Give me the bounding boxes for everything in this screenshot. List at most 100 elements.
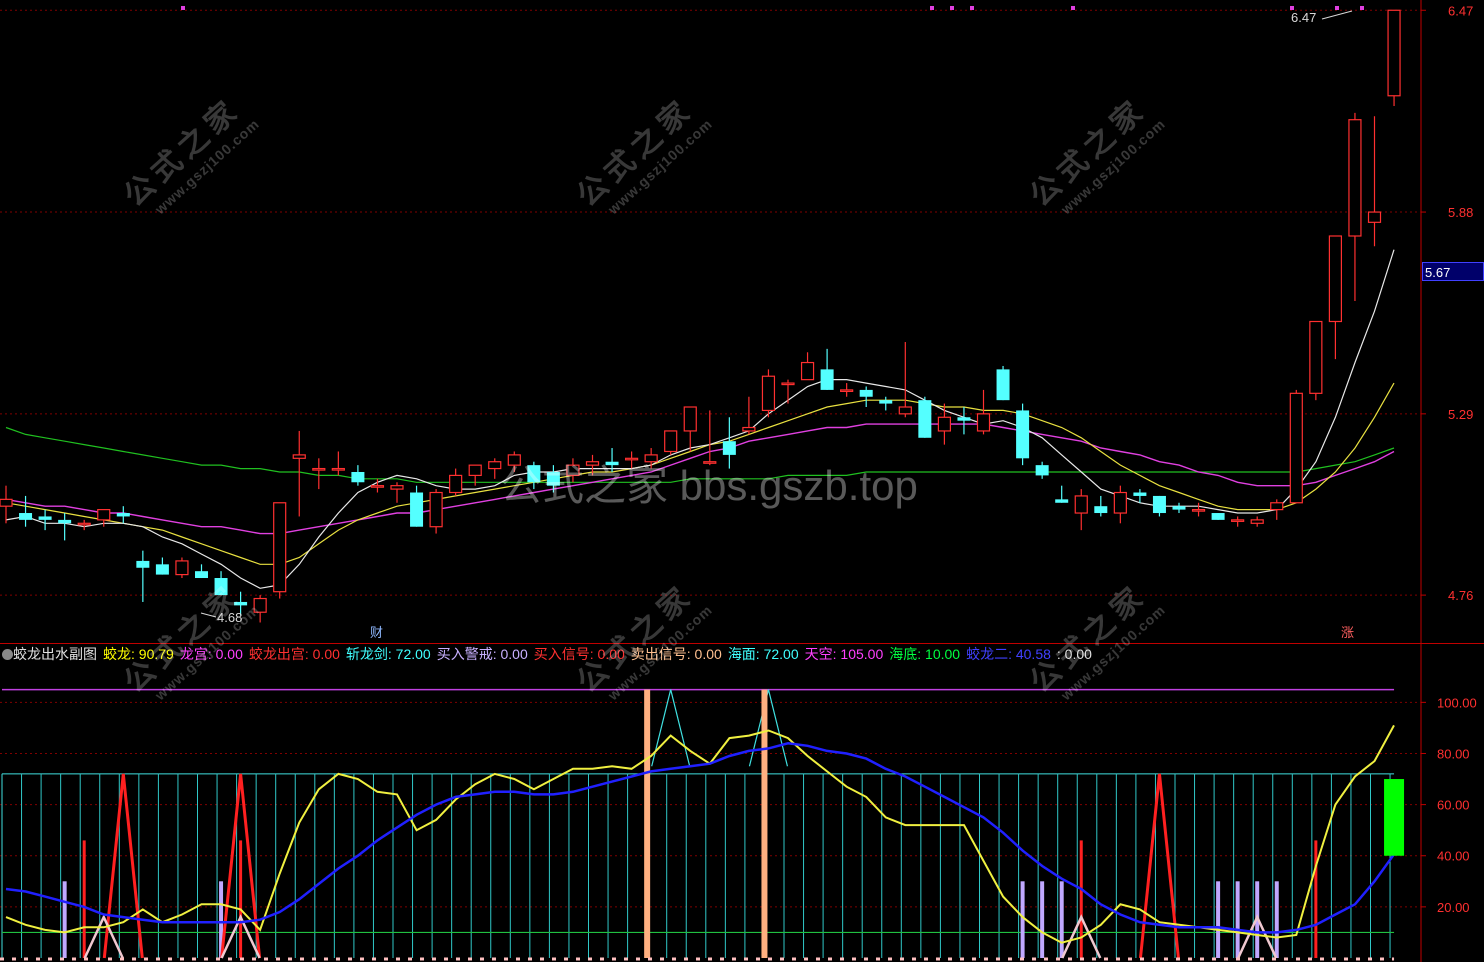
candle-body [683, 406, 697, 432]
candle-body [761, 375, 776, 412]
candle-body [19, 513, 33, 520]
indicator-tick-label: 100.00 [1437, 695, 1477, 710]
candle-body [879, 400, 893, 404]
indicator-panel [0, 688, 1405, 961]
zhang-limit-up-marker: 涨 [1341, 625, 1354, 640]
buy-warning-bar [1216, 881, 1221, 958]
candle [1055, 485, 1069, 503]
candle [1367, 116, 1382, 247]
indicator-value: 海底: 10.00 [889, 646, 961, 662]
candle-body [742, 426, 756, 432]
candle-body [77, 522, 91, 526]
candle [77, 519, 91, 531]
candle [683, 406, 697, 452]
buy-warning-bar [1059, 881, 1064, 958]
candle-body [1367, 211, 1382, 223]
candle [761, 369, 776, 418]
event-marker-dot [970, 6, 974, 10]
candle-body [664, 430, 678, 453]
indicator-tick-label: 80.00 [1437, 746, 1470, 761]
candle-body [820, 369, 834, 390]
candle-body [1172, 506, 1186, 510]
candle-body [1133, 492, 1147, 496]
candle [1270, 499, 1284, 520]
indicator-tick-label: 60.00 [1437, 798, 1470, 813]
sell-signal-bar [644, 689, 651, 958]
candle-body [390, 485, 404, 490]
cai-finance-marker[interactable]: 财 [370, 625, 383, 640]
candle [116, 506, 130, 524]
buy-warning-bar [1235, 881, 1240, 958]
sell-signal-bar [761, 689, 768, 958]
indicator-value: 斩龙剑: 72.00 [345, 646, 431, 662]
buy-warning-bar [1040, 881, 1045, 958]
candle-body [1094, 506, 1108, 514]
candle [488, 458, 502, 479]
candle-body [1035, 465, 1049, 476]
candle-body [38, 516, 52, 520]
candle [1191, 502, 1206, 517]
indicator-value: 天空: 105.00 [804, 646, 884, 662]
center-watermark: 公式之家 bbs.gszb.top [500, 462, 918, 509]
candle [1211, 513, 1225, 520]
candle-body [1387, 9, 1401, 97]
candle-body [840, 389, 854, 393]
candle [1172, 502, 1186, 514]
candle-body [429, 491, 443, 528]
candle [449, 468, 463, 496]
candle [351, 465, 365, 486]
candle-body [410, 492, 424, 527]
event-marker-dot [1335, 6, 1339, 10]
current-price-tag: 5.67 [1422, 262, 1484, 281]
candle-body [800, 361, 815, 381]
candle-body [175, 560, 189, 576]
candle [38, 509, 52, 531]
candle [1309, 320, 1323, 401]
candle-body [0, 498, 13, 507]
candle [1289, 389, 1303, 504]
candle-body [957, 417, 971, 421]
candle-body [449, 474, 463, 494]
candle [1016, 403, 1030, 466]
indicator-tick-label: 40.00 [1437, 849, 1470, 864]
candle [800, 352, 815, 381]
indicator-title[interactable]: 蛟龙出水副图 [13, 646, 97, 662]
candle-body [312, 467, 326, 471]
candle [429, 489, 443, 534]
high-price-label: 6.47 [1291, 10, 1316, 25]
price-tick-label: 5.29 [1448, 407, 1473, 422]
candle-body [273, 502, 287, 593]
candle [781, 379, 795, 404]
candle [155, 557, 169, 575]
candle [918, 396, 932, 438]
sword-peak [748, 689, 789, 767]
candle [1074, 489, 1088, 531]
candle [390, 482, 404, 503]
high-price-pointer [1321, 10, 1353, 20]
buy-signal-bar [82, 840, 86, 958]
candle-body [136, 560, 150, 568]
candle-body [488, 461, 502, 470]
candle [840, 383, 854, 397]
candle [996, 365, 1010, 401]
indicator-value: 海面: 72.00 [727, 646, 799, 662]
candle [195, 564, 208, 579]
price-tick-label: 5.88 [1448, 205, 1473, 220]
candle-body [1309, 320, 1323, 394]
event-marker-dot [1071, 6, 1075, 10]
indicator-value: 蛟龙出宫: 0.00 [248, 646, 340, 662]
candle-body [1250, 519, 1264, 524]
candle-body [918, 400, 932, 438]
candle-body [292, 454, 306, 459]
candle-body [1270, 502, 1284, 511]
candle-body [1191, 509, 1206, 512]
candle [1035, 461, 1049, 479]
candle [742, 396, 756, 435]
candle [1387, 9, 1401, 107]
candle [1250, 516, 1264, 527]
price-tick-label: 4.76 [1448, 588, 1473, 603]
settings-circle-icon[interactable] [2, 649, 13, 660]
candle-body [370, 485, 385, 488]
candle-body [937, 416, 952, 432]
candle-body [331, 467, 345, 471]
